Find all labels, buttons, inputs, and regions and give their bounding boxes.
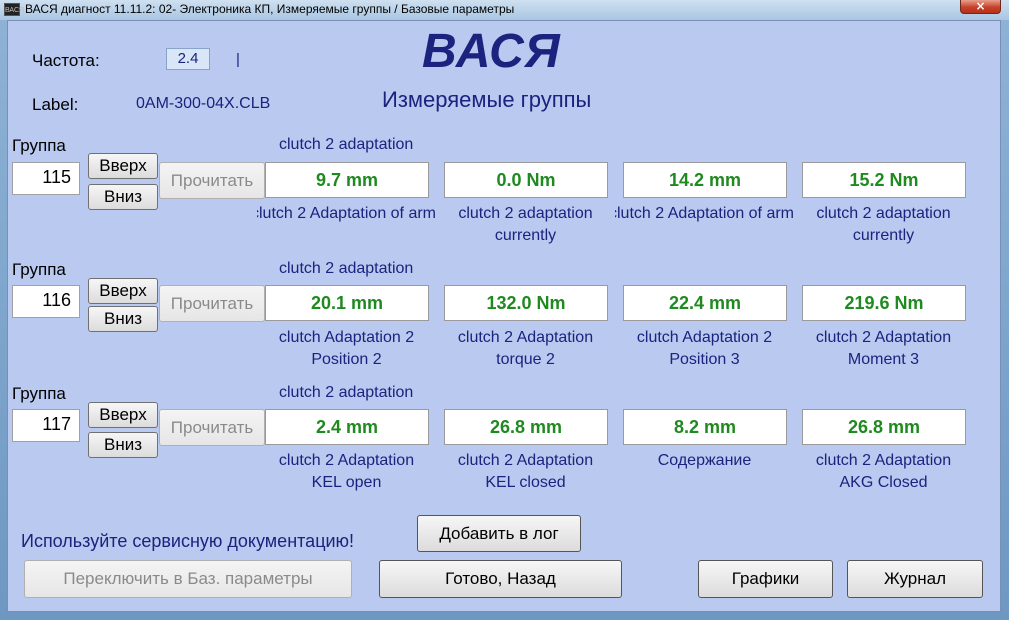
frequency-value: 2.4 (166, 48, 210, 70)
journal-button[interactable]: Журнал (847, 560, 983, 598)
window-title: ВАСЯ диагност 11.11.2: 02- Электроника К… (25, 2, 515, 16)
group-number-input[interactable]: 116 (12, 285, 80, 318)
value-field: 2.4 mm (265, 409, 429, 445)
value-field: 22.4 mm (623, 285, 787, 321)
read-button[interactable]: Прочитать (159, 409, 265, 446)
group-title: clutch 2 adaptation (279, 260, 414, 277)
value-field: 26.8 mm (444, 409, 608, 445)
value-caption: clutch 2 Adaptation of arm (257, 205, 436, 222)
value-field: 219.6 Nm (802, 285, 966, 321)
group-down-button[interactable]: Вниз (88, 184, 158, 210)
app-icon: ВАСЯ (4, 3, 24, 16)
value-caption: clutch 2 Adaptation Moment 3 (815, 329, 952, 368)
value-field: 0.0 Nm (444, 162, 608, 198)
value-field: 14.2 mm (623, 162, 787, 198)
value-caption: clutch 2 adaptation currently (816, 205, 951, 244)
switch-basic-params-button[interactable]: Переключить в Баз. параметры (24, 560, 352, 598)
graphs-button[interactable]: Графики (698, 560, 833, 598)
group-up-button[interactable]: Вверх (88, 153, 158, 179)
read-button[interactable]: Прочитать (159, 285, 265, 322)
value-caption: clutch 2 adaptation currently (458, 205, 593, 244)
group-title: clutch 2 adaptation (279, 384, 414, 401)
group-label: Группа (12, 136, 66, 155)
value-caption: clutch 2 Adaptation torque 2 (457, 329, 594, 368)
value-caption: clutch 2 Adaptation KEL open (278, 452, 415, 491)
group-number-input[interactable]: 115 (12, 162, 80, 195)
label-caption: Label: (32, 95, 79, 114)
value-field: 20.1 mm (265, 285, 429, 321)
frequency-indicator: | (236, 51, 240, 68)
group-down-button[interactable]: Вниз (88, 432, 158, 458)
label-file-value: 0AM-300-04X.CLB (136, 95, 271, 112)
frequency-label: Частота: (32, 51, 100, 70)
group-up-button[interactable]: Вверх (88, 278, 158, 304)
group-number-input[interactable]: 117 (12, 409, 80, 442)
close-icon: × (975, 0, 986, 13)
value-caption: Содержание (657, 452, 752, 469)
value-field: 8.2 mm (623, 409, 787, 445)
read-button[interactable]: Прочитать (159, 162, 265, 199)
app-logo: ВАСЯ (422, 25, 561, 78)
value-caption: clutch 2 Adaptation of arm (615, 205, 794, 222)
value-caption: clutch 2 Adaptation KEL closed (457, 452, 594, 491)
group-down-button[interactable]: Вниз (88, 306, 158, 332)
main-panel: Частота: 2.4 | Label: 0AM-300-04X.CLB ВА… (7, 20, 1001, 612)
close-button[interactable]: × (960, 0, 1001, 14)
add-to-log-button[interactable]: Добавить в лог (417, 515, 581, 552)
title-bar[interactable]: ВАСЯ ВАСЯ диагност 11.11.2: 02- Электрон… (0, 0, 1009, 20)
group-up-button[interactable]: Вверх (88, 402, 158, 428)
service-hint: Используйте сервисную документацию! (21, 531, 355, 551)
page-subtitle: Измеряемые группы (382, 87, 592, 112)
value-field: 26.8 mm (802, 409, 966, 445)
group-label: Группа (12, 384, 66, 403)
value-field: 9.7 mm (265, 162, 429, 198)
value-field: 132.0 Nm (444, 285, 608, 321)
value-caption: clutch 2 Adaptation AKG Closed (815, 452, 952, 491)
group-label: Группа (12, 260, 66, 279)
group-title: clutch 2 adaptation (279, 136, 414, 153)
done-back-button[interactable]: Готово, Назад (379, 560, 622, 598)
value-caption: clutch Adaptation 2 Position 3 (636, 329, 773, 368)
value-caption: clutch Adaptation 2 Position 2 (278, 329, 415, 368)
value-field: 15.2 Nm (802, 162, 966, 198)
